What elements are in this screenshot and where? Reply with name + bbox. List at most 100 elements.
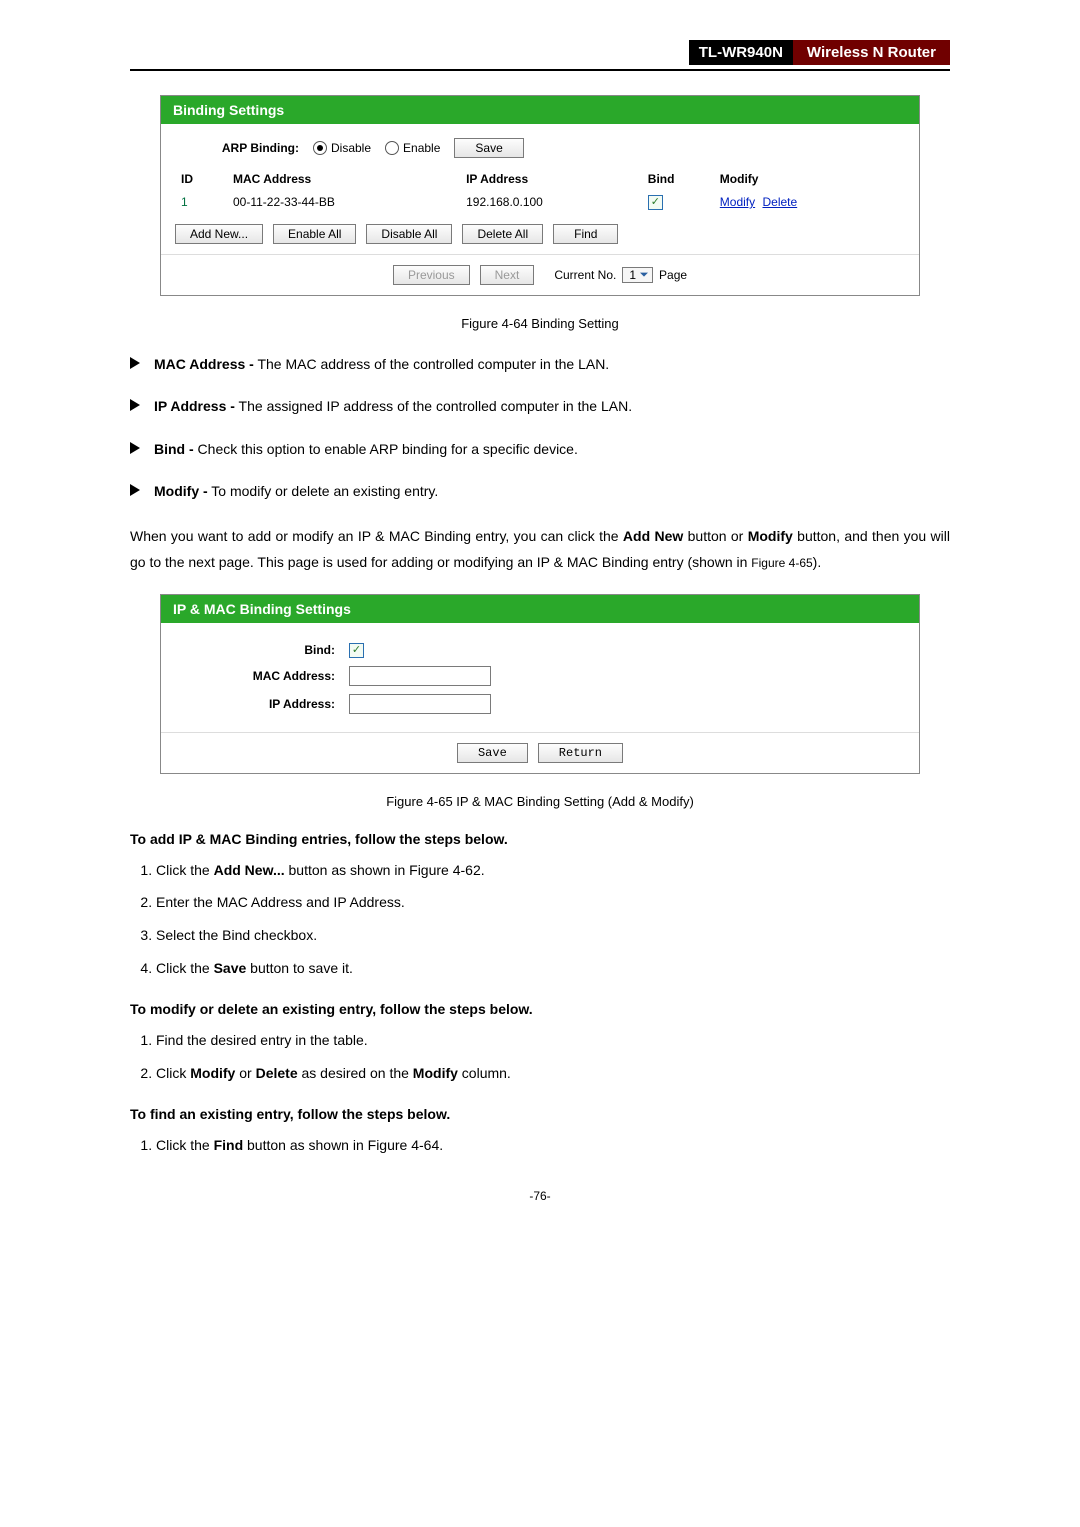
step-text: Select the Bind checkbox.	[156, 927, 317, 943]
header-model: TL-WR940N	[689, 40, 793, 65]
step-bold: Modify	[413, 1065, 458, 1081]
disable-all-button[interactable]: Disable All	[366, 224, 452, 244]
list-item: Click the Find button as shown in Figure…	[156, 1132, 950, 1159]
page-number: -76-	[130, 1189, 950, 1203]
bullet-bold: MAC Address -	[154, 356, 254, 372]
step-text: Find the desired entry in the table.	[156, 1032, 368, 1048]
arp-disable-label: Disable	[331, 141, 371, 155]
step-bold: Find	[214, 1137, 244, 1153]
step-text: column.	[458, 1065, 511, 1081]
list-item: Select the Bind checkbox.	[156, 922, 950, 949]
radio-unselected-icon	[385, 141, 399, 155]
panel2-return-button[interactable]: Return	[538, 743, 623, 763]
section-add-heading: To add IP & MAC Binding entries, follow …	[130, 831, 950, 847]
para-figref: Figure 4-65	[751, 556, 812, 570]
radio-selected-icon	[313, 141, 327, 155]
list-item: MAC Address - The MAC address of the con…	[130, 353, 950, 375]
list-item: Click Modify or Delete as desired on the…	[156, 1060, 950, 1087]
arp-enable-radio[interactable]: Enable	[385, 141, 440, 155]
col-id: ID	[175, 168, 227, 190]
bind-checkbox[interactable]	[349, 643, 364, 658]
list-item: Bind - Check this option to enable ARP b…	[130, 438, 950, 460]
bullet-icon	[130, 399, 140, 411]
header-rule	[130, 69, 950, 71]
row-mac: 00-11-22-33-44-BB	[227, 190, 460, 214]
page-label: Page	[659, 268, 687, 282]
find-button[interactable]: Find	[553, 224, 618, 244]
step-text: Click	[156, 1065, 190, 1081]
figure-64-caption: Figure 4-64 Binding Setting	[130, 316, 950, 331]
panel2-title: IP & MAC Binding Settings	[161, 595, 919, 623]
binding-settings-panel: Binding Settings ARP Binding: Disable En…	[160, 95, 920, 296]
step-bold: Delete	[256, 1065, 298, 1081]
bullet-bold: Modify -	[154, 483, 208, 499]
col-modify: Modify	[714, 168, 905, 190]
bullet-icon	[130, 442, 140, 454]
bullet-text: To modify or delete an existing entry.	[208, 483, 439, 499]
step-text: Click the	[156, 960, 214, 976]
row-ip: 192.168.0.100	[460, 190, 642, 214]
ip-mac-binding-panel: IP & MAC Binding Settings Bind: MAC Addr…	[160, 594, 920, 774]
current-no-label: Current No.	[554, 268, 616, 282]
step-text: button as shown in Figure 4-64.	[243, 1137, 443, 1153]
step-text: Click the	[156, 1137, 214, 1153]
col-ip: IP Address	[460, 168, 642, 190]
next-button[interactable]: Next	[480, 265, 535, 285]
step-bold: Save	[214, 960, 247, 976]
arp-disable-radio[interactable]: Disable	[313, 141, 371, 155]
step-text: or	[235, 1065, 255, 1081]
para-bold: Add New	[623, 528, 683, 544]
bullet-bold: IP Address -	[154, 398, 235, 414]
arp-binding-label: ARP Binding:	[209, 141, 299, 155]
list-item: IP Address - The assigned IP address of …	[130, 395, 950, 417]
figure-65-caption: Figure 4-65 IP & MAC Binding Setting (Ad…	[130, 794, 950, 809]
arp-save-button[interactable]: Save	[454, 138, 523, 158]
list-item: Click the Save button to save it.	[156, 955, 950, 982]
step-bold: Add New...	[214, 862, 285, 878]
para-text: When you want to add or modify an IP & M…	[130, 528, 623, 544]
previous-button[interactable]: Previous	[393, 265, 470, 285]
bullet-icon	[130, 357, 140, 369]
list-item: Modify - To modify or delete an existing…	[130, 480, 950, 502]
mac-address-label: MAC Address:	[175, 669, 335, 683]
enable-all-button[interactable]: Enable All	[273, 224, 356, 244]
bullet-icon	[130, 484, 140, 496]
panel1-title: Binding Settings	[161, 96, 919, 124]
table-row: 1 00-11-22-33-44-BB 192.168.0.100 Modify…	[175, 190, 905, 214]
bullet-text: The MAC address of the controlled comput…	[254, 356, 609, 372]
section-modify-heading: To modify or delete an existing entry, f…	[130, 1001, 950, 1017]
header-product: Wireless N Router	[793, 40, 950, 65]
list-item: Find the desired entry in the table.	[156, 1027, 950, 1054]
row-id: 1	[175, 190, 227, 214]
bullet-text: Check this option to enable ARP binding …	[194, 441, 578, 457]
list-item: Enter the MAC Address and IP Address.	[156, 889, 950, 916]
para-text: ).	[813, 554, 822, 570]
bind-label: Bind:	[175, 643, 335, 657]
step-text: as desired on the	[298, 1065, 413, 1081]
add-new-button[interactable]: Add New...	[175, 224, 263, 244]
para-text: button or	[683, 528, 747, 544]
para-bold: Modify	[748, 528, 793, 544]
row-modify-link[interactable]: Modify	[720, 195, 755, 209]
page-select[interactable]: 1	[622, 267, 653, 283]
ip-address-label: IP Address:	[175, 697, 335, 711]
step-text: Click the	[156, 862, 214, 878]
step-bold: Modify	[190, 1065, 235, 1081]
col-bind: Bind	[642, 168, 714, 190]
mac-address-input[interactable]	[349, 666, 491, 686]
panel2-save-button[interactable]: Save	[457, 743, 528, 763]
arp-enable-label: Enable	[403, 141, 440, 155]
row-delete-link[interactable]: Delete	[762, 195, 797, 209]
col-mac: MAC Address	[227, 168, 460, 190]
row-bind-checkbox[interactable]	[648, 195, 663, 210]
bullet-text: The assigned IP address of the controlle…	[235, 398, 632, 414]
step-text: button to save it.	[246, 960, 353, 976]
delete-all-button[interactable]: Delete All	[462, 224, 543, 244]
list-item: Click the Add New... button as shown in …	[156, 857, 950, 884]
step-text: button as shown in Figure 4-62.	[285, 862, 485, 878]
intro-paragraph: When you want to add or modify an IP & M…	[130, 523, 950, 576]
section-find-heading: To find an existing entry, follow the st…	[130, 1106, 950, 1122]
ip-address-input[interactable]	[349, 694, 491, 714]
step-text: Enter the MAC Address and IP Address.	[156, 894, 405, 910]
bullet-bold: Bind -	[154, 441, 194, 457]
